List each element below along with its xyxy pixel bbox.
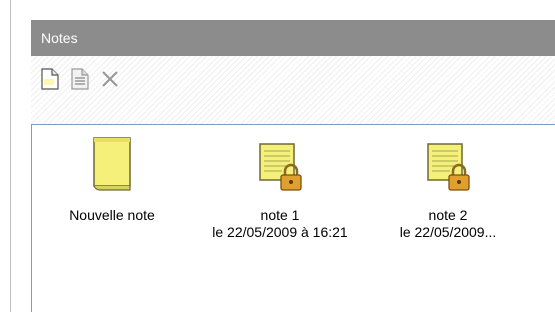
notes-list: Nouvelle note note 1 le 22/05/2009 à 16:…: [31, 124, 555, 312]
note-item-new[interactable]: Nouvelle note: [32, 135, 192, 224]
note-name: Nouvelle note: [69, 207, 155, 223]
note-name: note 2: [428, 207, 468, 223]
new-note-icon: [40, 67, 60, 95]
note-date: le 22/05/2009...: [399, 224, 497, 240]
delete-icon: [100, 69, 120, 94]
note-name: note 1: [260, 207, 300, 223]
locked-note-icon: [425, 142, 471, 197]
delete-button[interactable]: [97, 66, 123, 96]
properties-icon: [70, 67, 90, 95]
note-date: le 22/05/2009 à 16:21: [212, 224, 348, 240]
new-note-icon: [90, 136, 134, 197]
note-item-2[interactable]: note 2 le 22/05/2009...: [368, 135, 528, 241]
new-note-button[interactable]: [37, 66, 63, 96]
toolbar: [31, 56, 555, 124]
left-border: [0, 0, 11, 312]
locked-note-icon: [257, 142, 303, 197]
properties-button[interactable]: [67, 66, 93, 96]
panel-title: Notes: [31, 20, 555, 56]
notes-panel: Notes Nouvelle note note 1 le 22/05/2009…: [31, 0, 555, 312]
note-item-1[interactable]: note 1 le 22/05/2009 à 16:21: [200, 135, 360, 241]
